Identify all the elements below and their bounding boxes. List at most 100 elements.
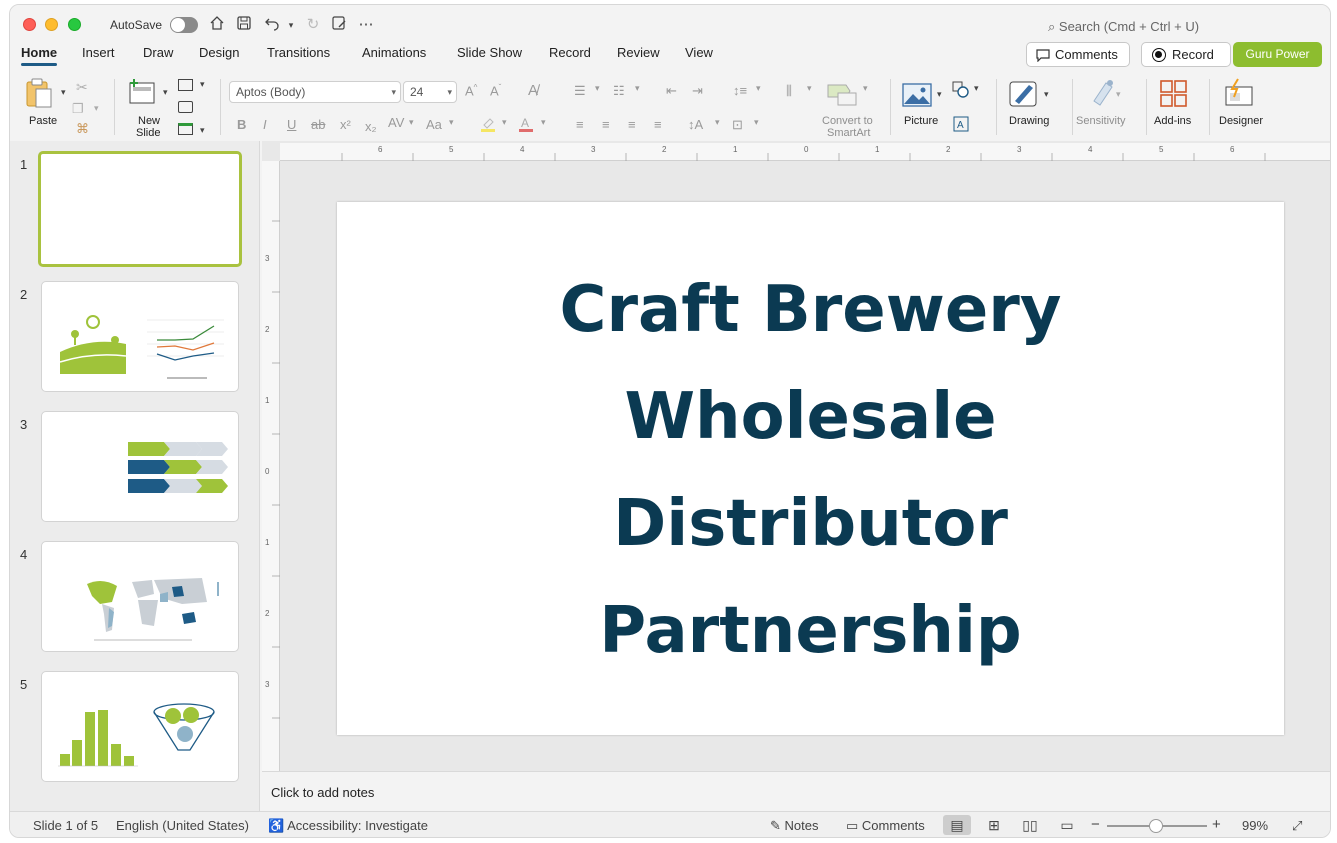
- reading-view-button[interactable]: ▯▯: [1016, 815, 1044, 835]
- convert-to-smartart-button[interactable]: [826, 81, 860, 110]
- sensitivity-chevron-icon[interactable]: ▾: [1116, 89, 1121, 100]
- character-spacing-icon[interactable]: AV: [388, 115, 404, 130]
- strikethrough-icon[interactable]: ab: [311, 117, 325, 132]
- accessibility-button[interactable]: ♿ Accessibility: Investigate: [268, 818, 428, 834]
- line-spacing-chevron-icon[interactable]: ▾: [756, 83, 761, 94]
- minimize-window-button[interactable]: [45, 18, 58, 31]
- slide-title[interactable]: Craft Brewery Wholesale Distributor Part…: [337, 257, 1284, 685]
- language-indicator[interactable]: English (United States): [116, 818, 249, 833]
- character-spacing-chevron-icon[interactable]: ▾: [409, 117, 414, 128]
- bullets-chevron-icon[interactable]: ▾: [595, 83, 600, 94]
- undo-dropdown-chevron-icon[interactable]: ▾: [281, 15, 301, 35]
- copy-icon[interactable]: ❐: [72, 101, 84, 117]
- slide-thumbnail-2[interactable]: [41, 281, 239, 392]
- change-case-icon[interactable]: Aa: [426, 117, 442, 132]
- layout-icon[interactable]: [178, 79, 193, 91]
- increase-font-size-icon[interactable]: A^: [465, 83, 477, 98]
- redo-icon[interactable]: ↻: [303, 15, 323, 35]
- zoom-window-button[interactable]: [68, 18, 81, 31]
- shapes-icon[interactable]: [952, 81, 970, 102]
- picture-chevron-icon[interactable]: ▾: [937, 89, 942, 100]
- notes-pane[interactable]: Click to add notes: [262, 771, 1330, 811]
- align-text-chevron-icon[interactable]: ▾: [754, 117, 759, 128]
- drawing-chevron-icon[interactable]: ▾: [1044, 89, 1049, 100]
- bold-icon[interactable]: B: [237, 117, 246, 132]
- highlight-color-icon[interactable]: [480, 115, 496, 132]
- record-button[interactable]: Record: [1141, 42, 1231, 67]
- justify-icon[interactable]: ≡: [654, 117, 662, 132]
- section-icon[interactable]: [178, 123, 193, 135]
- vertical-ruler[interactable]: 3 2 1 0 1 2 3: [262, 161, 280, 771]
- highlight-chevron-icon[interactable]: ▾: [502, 117, 507, 128]
- slide-thumbnail-5[interactable]: [41, 671, 239, 782]
- font-color-icon[interactable]: A: [518, 115, 534, 136]
- font-name-dropdown[interactable]: Aptos (Body) ▾: [229, 81, 401, 103]
- format-painter-icon[interactable]: ⌘: [76, 121, 89, 137]
- font-size-dropdown[interactable]: 24 ▾: [403, 81, 457, 103]
- section-chevron-icon[interactable]: ▾: [200, 125, 205, 136]
- zoom-in-button[interactable]: +: [1212, 816, 1221, 833]
- text-direction-chevron-icon[interactable]: ▾: [715, 117, 720, 128]
- designer-button[interactable]: [1224, 77, 1256, 112]
- more-options-icon[interactable]: ⋯: [356, 15, 376, 35]
- zoom-out-button[interactable]: −: [1091, 816, 1100, 833]
- slide-thumbnail-1[interactable]: [38, 151, 242, 267]
- paste-options-chevron-icon[interactable]: ▾: [61, 87, 66, 98]
- align-center-icon[interactable]: ≡: [602, 117, 610, 132]
- autosave-toggle[interactable]: [170, 17, 198, 33]
- columns-chevron-icon[interactable]: ▾: [807, 83, 812, 94]
- zoom-slider-handle[interactable]: [1149, 819, 1163, 833]
- align-right-icon[interactable]: ≡: [628, 117, 636, 132]
- decrease-indent-icon[interactable]: ⇤: [666, 83, 677, 99]
- tab-insert[interactable]: Insert: [82, 45, 115, 60]
- copy-chevron-icon[interactable]: ▾: [94, 103, 99, 114]
- tab-transitions[interactable]: Transitions: [267, 45, 330, 60]
- current-slide[interactable]: Craft Brewery Wholesale Distributor Part…: [337, 202, 1284, 735]
- save-as-icon[interactable]: [329, 15, 349, 35]
- font-color-chevron-icon[interactable]: ▾: [541, 117, 546, 128]
- numbering-chevron-icon[interactable]: ▾: [635, 83, 640, 94]
- new-slide-chevron-icon[interactable]: ▾: [163, 87, 168, 98]
- picture-button[interactable]: [902, 83, 932, 110]
- sensitivity-button[interactable]: [1088, 77, 1118, 110]
- superscript-icon[interactable]: x²: [340, 117, 351, 132]
- guru-power-button[interactable]: Guru Power: [1233, 42, 1322, 67]
- cut-icon[interactable]: ✂: [76, 79, 88, 96]
- comments-toggle-button[interactable]: ▭ Comments: [846, 818, 925, 834]
- slide-show-view-button[interactable]: ▭: [1053, 815, 1081, 835]
- tab-slide-show[interactable]: Slide Show: [457, 45, 522, 60]
- slide-thumbnail-3[interactable]: [41, 411, 239, 522]
- horizontal-ruler[interactable]: 6 5 4 3 2 1 0 1 2 3 4 5 6: [280, 143, 1330, 161]
- columns-icon[interactable]: ⫼: [786, 83, 792, 99]
- increase-indent-icon[interactable]: ⇥: [692, 83, 703, 99]
- numbering-icon[interactable]: ☷: [613, 83, 625, 99]
- comments-button[interactable]: Comments: [1026, 42, 1130, 67]
- change-case-chevron-icon[interactable]: ▾: [449, 117, 454, 128]
- add-ins-button[interactable]: [1159, 79, 1189, 112]
- text-direction-icon[interactable]: ↕A: [688, 117, 703, 132]
- align-text-icon[interactable]: ⊡: [732, 117, 743, 133]
- search-box[interactable]: ⌕ Search (Cmd + Ctrl + U): [1048, 19, 1199, 35]
- tab-design[interactable]: Design: [199, 45, 239, 60]
- layout-chevron-icon[interactable]: ▾: [200, 79, 205, 90]
- paste-button[interactable]: [24, 77, 54, 112]
- reset-slide-icon[interactable]: [178, 101, 193, 113]
- fit-to-window-icon[interactable]: ⤢: [1292, 818, 1302, 834]
- save-icon[interactable]: [234, 15, 254, 35]
- tab-record[interactable]: Record: [549, 45, 591, 60]
- slide-sorter-view-button[interactable]: ⊞: [980, 815, 1008, 835]
- normal-view-button[interactable]: ▤: [943, 815, 971, 835]
- close-window-button[interactable]: [23, 18, 36, 31]
- text-box-icon[interactable]: A: [952, 115, 970, 136]
- line-spacing-icon[interactable]: ↕≡: [733, 83, 747, 98]
- zoom-level[interactable]: 99%: [1242, 818, 1268, 833]
- clear-formatting-icon[interactable]: A̸: [528, 82, 538, 99]
- notes-toggle-button[interactable]: ✎ Notes: [770, 818, 819, 834]
- subscript-icon[interactable]: x₂: [365, 119, 377, 134]
- decrease-font-size-icon[interactable]: Aˇ: [490, 83, 501, 98]
- underline-icon[interactable]: U: [287, 117, 296, 132]
- undo-icon[interactable]: [262, 15, 282, 35]
- bullets-icon[interactable]: ☰: [574, 83, 586, 99]
- drawing-button[interactable]: [1009, 79, 1039, 112]
- slide-thumbnail-4[interactable]: [41, 541, 239, 652]
